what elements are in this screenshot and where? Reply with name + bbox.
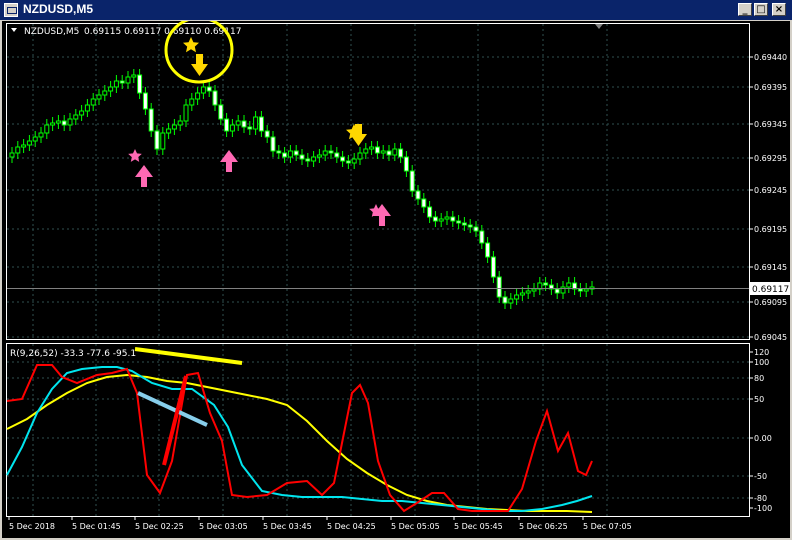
chart-canvas[interactable]: 0.69117 NZDUSD,M5 0.69115 0.69117 0.6911…	[2, 21, 790, 538]
restore-icon: □	[756, 4, 766, 15]
time-tick-label: 5 Dec 01:45	[72, 522, 121, 531]
close-button[interactable]: ×	[772, 3, 786, 16]
indicator-tick-label: 50	[754, 395, 764, 404]
time-tick-label: 5 Dec 2018	[9, 522, 55, 531]
indicator-axis: 120100 80 50 0.00 -50 -80-100	[749, 348, 772, 513]
window-title: NZDUSD,M5	[23, 2, 94, 16]
indicator-tick-label: -80	[754, 494, 767, 503]
time-tick-label: 5 Dec 06:25	[519, 522, 568, 531]
indicator-panel-border	[6, 343, 750, 517]
indicator-tick-label: 100	[754, 358, 769, 367]
chart-frame[interactable]: 0.69117 NZDUSD,M5 0.69115 0.69117 0.6911…	[2, 21, 790, 538]
arrow-up-icon	[135, 165, 153, 187]
time-tick-label: 5 Dec 02:25	[135, 522, 184, 531]
restore-button[interactable]: □	[754, 3, 768, 16]
price-tick-label: 0.69345	[754, 120, 787, 129]
indicator-tick-label: -100	[754, 504, 772, 513]
arrow-up-icon	[220, 150, 238, 172]
price-candles	[9, 69, 595, 309]
indicator-line-slow	[6, 373, 593, 513]
time-tick-label: 5 Dec 05:05	[391, 522, 440, 531]
star-marker-icon	[183, 37, 199, 53]
current-price-label: 0.69117	[752, 285, 789, 295]
time-tick-label: 5 Dec 03:45	[263, 522, 312, 531]
title-bar[interactable]: NZDUSD,M5 _ □ ×	[0, 0, 792, 20]
indicator-tick-label: 80	[754, 374, 764, 383]
price-tick-label: 0.69095	[754, 298, 787, 307]
price-tick-label: 0.69440	[754, 53, 787, 62]
price-axis: 0.69440 0.69395 0.69345 0.69295 0.69245 0.691…	[749, 53, 787, 342]
shift-marker-icon[interactable]	[595, 24, 603, 29]
price-tick-label: 0.69395	[754, 83, 787, 92]
indicator-line-mid	[6, 366, 593, 512]
slow-trend-annotation	[134, 347, 243, 365]
indicator-line-fast	[6, 364, 593, 513]
price-tick-label: 0.69195	[754, 225, 787, 234]
price-panel-border	[6, 23, 750, 340]
chart-window-icon	[4, 3, 18, 17]
indicator-tick-label: 0.00	[754, 434, 772, 443]
chart-menu-icon[interactable]	[11, 28, 17, 32]
time-axis: 5 Dec 2018 5 Dec 01:45 5 Dec 02:25 5 Dec 03…	[8, 516, 632, 531]
price-tick-label: 0.69145	[754, 263, 787, 272]
time-tick-label: 5 Dec 07:05	[583, 522, 632, 531]
mid-trend-annotation	[137, 391, 208, 427]
minimize-icon: _	[742, 4, 748, 15]
time-tick-label: 5 Dec 04:25	[327, 522, 376, 531]
time-tick-label: 5 Dec 03:05	[199, 522, 248, 531]
indicator-label: R(9,26,52) -33.3 -77.6 -95.1	[10, 349, 136, 359]
ohlc-readout: 0.69115 0.69117 0.69110 0.69117	[84, 27, 241, 37]
close-icon: ×	[774, 4, 784, 15]
star-marker-icon	[128, 149, 142, 162]
price-tick-label: 0.69295	[754, 154, 787, 163]
symbol-label: NZDUSD,M5	[24, 27, 79, 37]
minimize-button[interactable]: _	[738, 3, 752, 16]
indicator-tick-label: -50	[754, 472, 767, 481]
price-tick-label: 0.69245	[754, 186, 787, 195]
time-tick-label: 5 Dec 05:45	[454, 522, 503, 531]
price-tick-label: 0.69045	[754, 333, 787, 342]
chart-grid	[7, 24, 749, 516]
indicator-tick-label: 120	[754, 348, 769, 357]
